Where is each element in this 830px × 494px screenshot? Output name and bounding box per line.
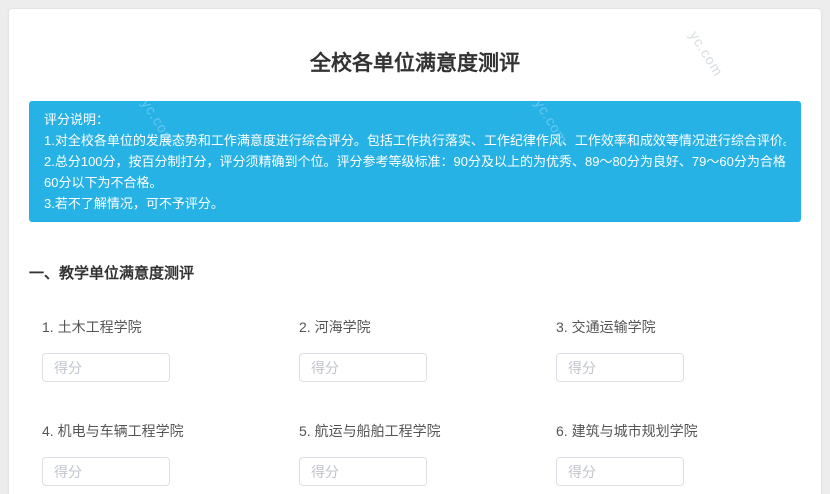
instruction-line: 1.对全校各单位的发展态势和工作满意度进行综合评分。包括工作执行落实、工作纪律作… xyxy=(44,130,786,151)
score-input[interactable] xyxy=(556,457,684,486)
instruction-line: 3.若不了解情况，可不予评分。 xyxy=(44,193,786,214)
question-label: 2. 河海学院 xyxy=(299,318,556,337)
question-item: 3. 交通运输学院 xyxy=(556,318,813,382)
question-label: 4. 机电与车辆工程学院 xyxy=(42,422,299,441)
instruction-line: 60分以下为不合格。 xyxy=(44,172,786,193)
page-title: 全校各单位满意度测评 xyxy=(9,51,821,76)
question-item: 4. 机电与车辆工程学院 xyxy=(42,422,299,486)
question-label: 6. 建筑与城市规划学院 xyxy=(556,422,813,441)
question-label: 1. 土木工程学院 xyxy=(42,318,299,337)
question-label: 3. 交通运输学院 xyxy=(556,318,813,337)
question-item: 6. 建筑与城市规划学院 xyxy=(556,422,813,486)
question-item: 1. 土木工程学院 xyxy=(42,318,299,382)
score-input[interactable] xyxy=(42,353,170,382)
score-input[interactable] xyxy=(299,353,427,382)
question-item: 5. 航运与船舶工程学院 xyxy=(299,422,556,486)
question-item: 2. 河海学院 xyxy=(299,318,556,382)
score-input[interactable] xyxy=(299,457,427,486)
instruction-line: 2.总分100分，按百分制打分，评分须精确到个位。评分参考等级标准：90分及以上… xyxy=(44,151,786,172)
scoring-instructions: 评分说明： 1.对全校各单位的发展态势和工作满意度进行综合评分。包括工作执行落实… xyxy=(29,101,801,222)
survey-card: 全校各单位满意度测评 评分说明： 1.对全校各单位的发展态势和工作满意度进行综合… xyxy=(8,8,822,494)
score-input[interactable] xyxy=(42,457,170,486)
questions-grid: 1. 土木工程学院 2. 河海学院 3. 交通运输学院 4. 机电与车辆工程学院… xyxy=(9,318,821,486)
instruction-line: 评分说明： xyxy=(44,109,786,130)
section-heading: 一、教学单位满意度测评 xyxy=(29,266,801,282)
score-input[interactable] xyxy=(556,353,684,382)
question-label: 5. 航运与船舶工程学院 xyxy=(299,422,556,441)
